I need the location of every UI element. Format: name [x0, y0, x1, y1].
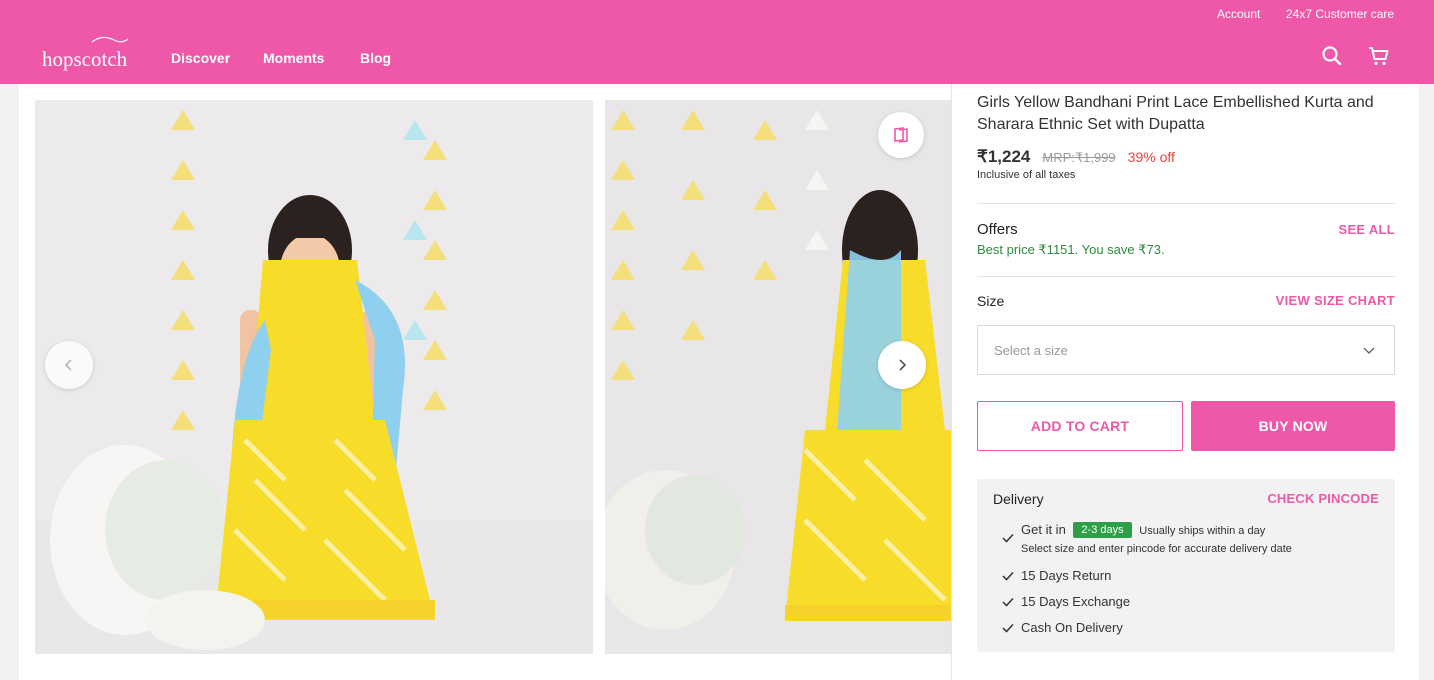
divider	[977, 203, 1395, 204]
customer-care-link[interactable]: 24x7 Customer care	[1286, 7, 1394, 21]
site-header: Account 24x7 Customer care hopscotch Dis…	[0, 0, 1434, 84]
best-price-offer: Best price ₹1151. You save ₹73.	[977, 242, 1165, 257]
see-all-offers-link[interactable]: SEE ALL	[1338, 222, 1395, 237]
wishlist-button[interactable]	[878, 112, 924, 158]
nav-moments[interactable]: Moments	[263, 50, 324, 66]
product-image-front[interactable]	[35, 100, 593, 654]
selling-price: ₹1,224	[977, 147, 1031, 166]
size-label: Size	[977, 293, 1005, 309]
check-icon	[1002, 571, 1014, 581]
check-icon	[1002, 623, 1014, 633]
nav-discover[interactable]: Discover	[171, 50, 230, 66]
size-select[interactable]: Select a size	[977, 325, 1395, 375]
check-icon	[1002, 597, 1014, 607]
mrp-price: MRP:₹1,999	[1042, 150, 1116, 165]
product-title: Girls Yellow Bandhani Print Lace Embelli…	[977, 94, 1374, 133]
chevron-left-icon	[64, 359, 72, 371]
size-select-placeholder: Select a size	[994, 343, 1068, 358]
delivery-eta: Get it in 2-3 days Usually ships within …	[1021, 522, 1265, 538]
search-icon[interactable]	[1320, 44, 1344, 68]
discount-label: 39% off	[1127, 149, 1175, 165]
cart-icon[interactable]	[1367, 44, 1391, 68]
gallery-next-button[interactable]	[878, 341, 926, 389]
delivery-days-badge: 2-3 days	[1073, 522, 1132, 538]
check-pincode-link[interactable]: CHECK PINCODE	[1267, 491, 1379, 506]
feature-exchange: 15 Days Exchange	[1021, 594, 1131, 609]
product-panel: Girls Yellow Bandhani Print Lace Embelli…	[19, 84, 1419, 680]
product-details: Girls Yellow Bandhani Print Lace Embelli…	[977, 84, 1395, 680]
delivery-box: Delivery CHECK PINCODE Get it in 2-3 day…	[977, 479, 1395, 652]
buy-now-button[interactable]: BUY NOW	[1191, 401, 1395, 451]
nav-blog[interactable]: Blog	[360, 50, 391, 66]
hopscotch-logo[interactable]: hopscotch	[42, 36, 134, 72]
offers-label: Offers	[977, 221, 1018, 238]
check-icon	[1002, 533, 1014, 543]
get-it-in-label: Get it in	[1021, 522, 1066, 537]
ships-note: Usually ships within a day	[1139, 525, 1266, 537]
divider	[977, 276, 1395, 277]
add-to-cart-button[interactable]: ADD TO CART	[977, 401, 1183, 451]
product-gallery	[19, 84, 952, 680]
chevron-down-icon	[1363, 347, 1375, 354]
wishlist-icon	[894, 127, 908, 143]
feature-cod: Cash On Delivery	[1021, 620, 1123, 635]
chevron-right-icon	[899, 359, 907, 371]
delivery-label: Delivery	[993, 491, 1044, 507]
gallery-prev-button[interactable]	[45, 341, 93, 389]
view-size-chart-link[interactable]: VIEW SIZE CHART	[1276, 293, 1395, 308]
account-link[interactable]: Account	[1217, 7, 1260, 21]
svg-text:hopscotch: hopscotch	[42, 47, 128, 71]
pincode-note: Select size and enter pincode for accura…	[1021, 543, 1292, 555]
tax-note: Inclusive of all taxes	[977, 169, 1076, 181]
feature-return: 15 Days Return	[1021, 568, 1112, 583]
price-row: ₹1,224 MRP:₹1,999 39% off	[977, 147, 1175, 167]
